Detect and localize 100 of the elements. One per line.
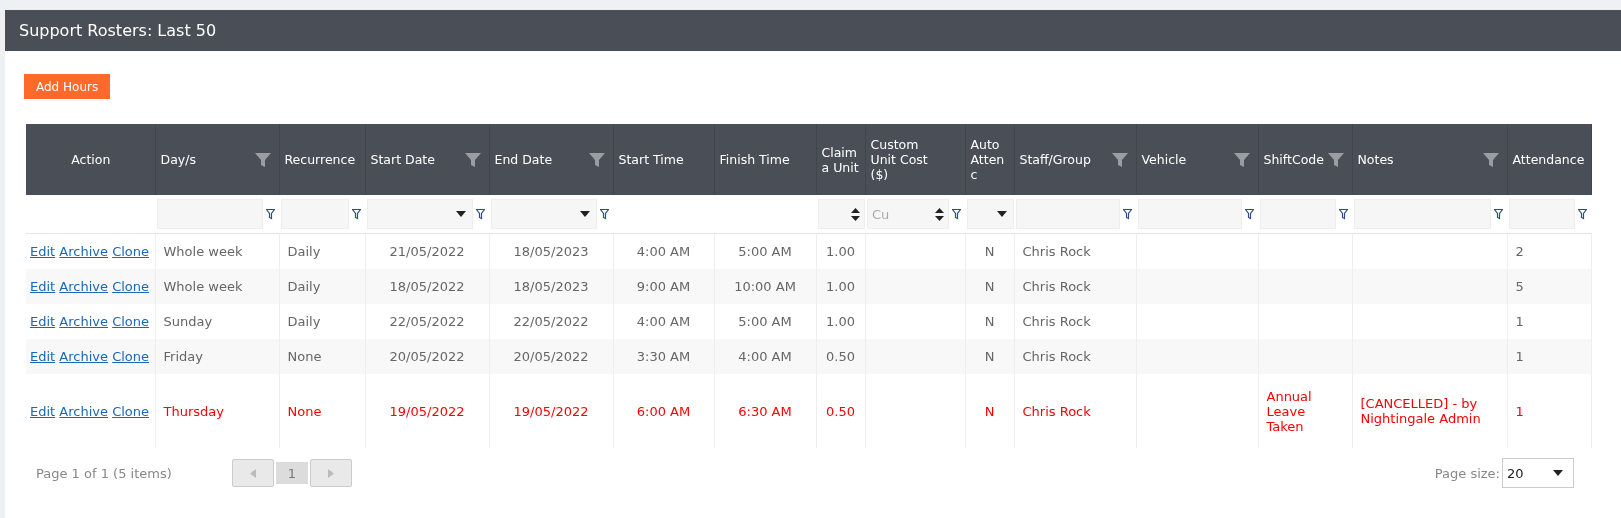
table-cell: Friday: [163, 349, 203, 364]
left-arrow-icon: [249, 468, 256, 478]
table-cell: 19/05/2022: [389, 403, 465, 419]
table-cell: 1.00: [826, 314, 855, 329]
up-arrow-icon[interactable]: [851, 207, 860, 213]
row-action-link[interactable]: Edit: [30, 349, 56, 364]
row-action-link[interactable]: Archive: [59, 403, 108, 419]
table-cell: Thursday: [163, 403, 224, 419]
column-header[interactable]: Notes: [1357, 152, 1394, 167]
table-cell: 20/05/2022: [389, 349, 465, 364]
caret-icon: [580, 211, 590, 217]
row-action-link[interactable]: Edit: [30, 244, 56, 259]
table-cell: 0.50: [826, 403, 855, 419]
table-cell: Daily: [287, 279, 321, 294]
page-size-label: Page size:: [1434, 465, 1500, 481]
column-header[interactable]: Start Date: [370, 152, 435, 167]
table-cell: 3:30 AM: [636, 349, 691, 364]
column-header[interactable]: End Date: [494, 152, 553, 167]
table-cell: N: [984, 314, 995, 329]
right-arrow-icon: [327, 468, 334, 478]
row-action-link[interactable]: Clone: [112, 349, 149, 364]
caret-icon: [456, 211, 466, 217]
table-cell: N: [984, 279, 995, 294]
filter-icon[interactable]: [1578, 208, 1587, 220]
row-action-link[interactable]: Archive: [59, 244, 108, 259]
table-cell: Chris Rock: [1022, 314, 1091, 329]
filter-dropdown[interactable]: [967, 199, 1014, 229]
table-cell: 6:00 AM: [636, 403, 691, 419]
table-cell: 4:00 AM: [738, 349, 792, 364]
row-action-link[interactable]: Edit: [30, 403, 56, 419]
table-cell: 18/05/2022: [389, 279, 465, 294]
table-cell: Annual Leave Taken: [1266, 388, 1312, 434]
column-header[interactable]: ShiftCode: [1263, 152, 1324, 167]
column-header[interactable]: Recurrence: [284, 152, 356, 167]
table-cell: 18/05/2023: [513, 279, 589, 294]
filter-icon[interactable]: [1494, 208, 1503, 220]
filter-field[interactable]: [818, 199, 865, 229]
table-cell: Chris Rock: [1022, 279, 1091, 294]
column-header[interactable]: Staff/Group: [1019, 152, 1091, 167]
table-cell: 22/05/2022: [513, 314, 589, 329]
table-cell: Daily: [287, 314, 321, 329]
filter-icon[interactable]: [352, 208, 361, 220]
table-cell: [CANCELLED] - by Nightingale Admin: [1360, 396, 1481, 426]
row-action-link[interactable]: Archive: [59, 349, 108, 364]
table-cell: 5: [1515, 279, 1524, 294]
table-cell: Whole week: [163, 244, 243, 259]
table-cell: 20/05/2022: [513, 349, 589, 364]
table-cell: 18/05/2023: [513, 244, 589, 259]
down-arrow-icon[interactable]: [935, 215, 944, 221]
table-cell: N: [984, 349, 995, 364]
caret-icon: [997, 211, 1007, 217]
page-number[interactable]: 1: [275, 462, 308, 484]
table-cell: Whole week: [163, 279, 243, 294]
table-cell: 1: [1515, 314, 1524, 329]
filter-icon[interactable]: [1339, 208, 1348, 220]
column-header[interactable]: Day/s: [160, 152, 196, 167]
filter-icon[interactable]: [1123, 208, 1132, 220]
table-cell: N: [984, 244, 995, 259]
table-cell: Sunday: [163, 314, 213, 329]
table-cell: 1: [1515, 349, 1524, 364]
table-cell: 1.00: [826, 279, 855, 294]
table-cell: Chris Rock: [1022, 403, 1091, 419]
table-cell: 19/05/2022: [513, 403, 589, 419]
table-cell: Daily: [287, 244, 321, 259]
table-cell: 5:00 AM: [738, 244, 792, 259]
table-cell: 6:30 AM: [738, 403, 792, 419]
pager-summary: Page 1 of 1 (5 items): [36, 465, 172, 481]
filter-icon[interactable]: [476, 208, 485, 220]
row-action-link[interactable]: Edit: [30, 314, 56, 329]
column-header[interactable]: Finish Time: [719, 152, 790, 167]
table-cell: Chris Rock: [1022, 244, 1091, 259]
filter-icon[interactable]: [266, 208, 275, 220]
column-header[interactable]: Attendance: [1512, 152, 1585, 167]
table-cell: 22/05/2022: [389, 314, 465, 329]
filter-icon[interactable]: [600, 208, 609, 220]
column-header[interactable]: Start Time: [618, 152, 684, 167]
table-cell: 21/05/2022: [389, 244, 465, 259]
table-cell: 10:00 AM: [734, 279, 796, 294]
caret-icon: [1553, 470, 1563, 476]
column-header[interactable]: Vehicle: [1141, 152, 1187, 167]
table-cell: 1: [1515, 403, 1524, 419]
row-action-link[interactable]: Edit: [30, 279, 56, 294]
row-action-link[interactable]: Clone: [112, 244, 149, 259]
column-header[interactable]: Action: [71, 152, 111, 167]
down-arrow-icon[interactable]: [851, 215, 860, 221]
table-cell: 0.50: [826, 349, 855, 364]
row-action-link[interactable]: Clone: [112, 279, 149, 294]
row-action-link[interactable]: Clone: [112, 314, 149, 329]
row-action-link[interactable]: Archive: [59, 314, 108, 329]
table-cell: 9:00 AM: [636, 279, 691, 294]
filter-icon[interactable]: [952, 208, 961, 220]
row-action-link[interactable]: Archive: [59, 279, 108, 294]
table-cell: 4:00 AM: [636, 244, 691, 259]
table-cell: N: [984, 403, 995, 419]
table-cell: 1.00: [826, 244, 855, 259]
page-title: Support Rosters: Last 50: [19, 21, 217, 40]
up-arrow-icon[interactable]: [935, 207, 944, 213]
row-action-link[interactable]: Clone: [112, 403, 149, 419]
page-size-dropdown[interactable]: 20: [1502, 458, 1574, 488]
filter-icon[interactable]: [1245, 208, 1254, 220]
